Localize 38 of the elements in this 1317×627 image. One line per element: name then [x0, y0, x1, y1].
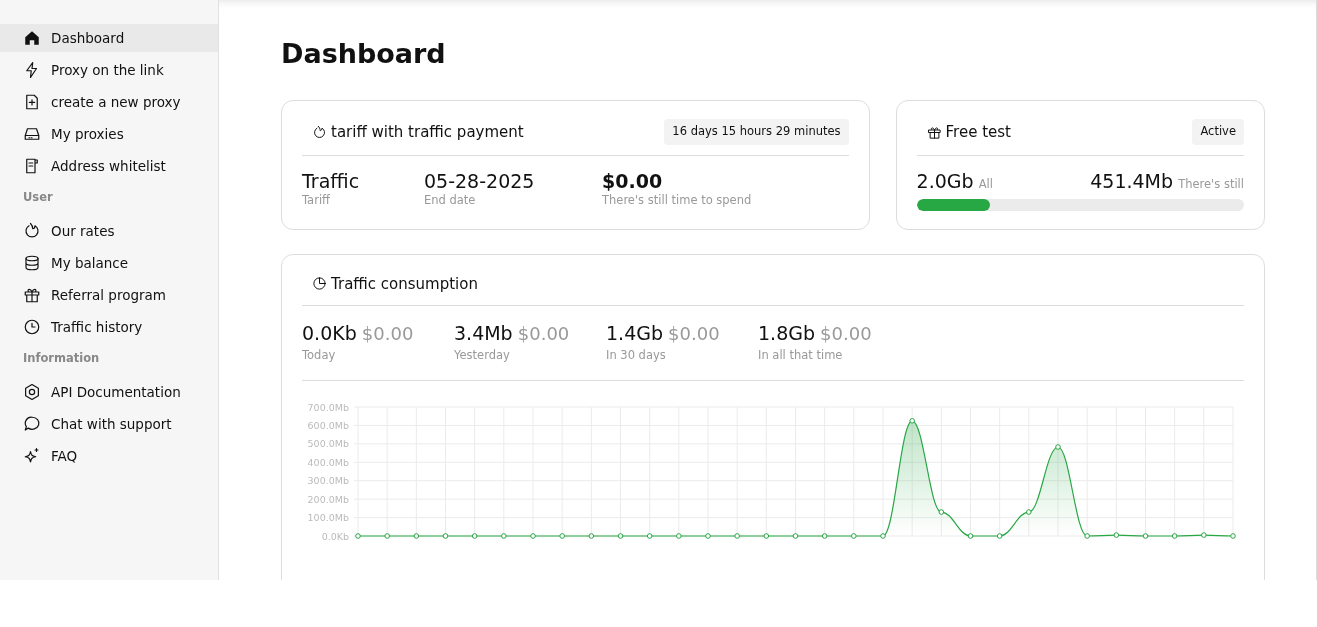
axis-label: 700.0Mb — [307, 401, 349, 413]
stat-label: End date — [424, 192, 477, 210]
remaining-traffic: 451.4Mb — [1090, 169, 1174, 192]
traffic-amount: 0.0Kb — [302, 322, 357, 345]
traffic-cost: $0.00 — [668, 323, 720, 345]
stat-value: 05-28-2025 — [424, 169, 536, 193]
traffic-amount: 1.4Gb — [606, 322, 663, 345]
stat-value: Traffic — [302, 169, 361, 193]
stat-label: Today — [302, 347, 337, 365]
card-title: tariff with traffic payment — [331, 121, 524, 143]
status-badge: Active — [1192, 119, 1244, 145]
traffic-amount: 1.8Gb — [758, 322, 815, 345]
axis-label: 200.0Mb — [307, 494, 349, 506]
total-label: All — [978, 176, 993, 191]
page-title: Dashboard — [281, 38, 447, 71]
section-heading: User — [22, 189, 53, 206]
stat-label: Tariff — [302, 192, 331, 210]
axis-label: 100.0Mb — [307, 512, 349, 524]
stat-value: $0.00 — [602, 169, 664, 193]
stat-label: In all that time — [758, 347, 844, 365]
stat-label: In 30 days — [606, 347, 667, 365]
axis-label: 400.0Mb — [307, 457, 349, 469]
traffic-cost: $0.00 — [361, 323, 414, 345]
traffic-cost: $0.00 — [517, 323, 570, 345]
axis-label: 0.0Kb — [321, 530, 349, 542]
card-title: Free test — [945, 121, 1011, 143]
time-left-badge: 16 days 15 hours 29 minutes — [664, 119, 849, 145]
stat-label: Yesterday — [454, 347, 511, 365]
traffic-cost: $0.00 — [820, 323, 872, 345]
axis-label: 500.0Mb — [307, 438, 349, 450]
axis-label: 300.0Mb — [307, 475, 349, 487]
traffic-amount: 3.4Mb — [454, 322, 513, 345]
card-title: Traffic consumption — [331, 273, 478, 295]
total-traffic: 2.0Gb — [916, 169, 974, 192]
axis-label: 600.0Mb — [307, 420, 349, 432]
remaining-label: There's still — [1178, 176, 1244, 191]
stat-label: There's still time to spend — [602, 192, 752, 210]
section-heading: Information — [22, 350, 100, 367]
